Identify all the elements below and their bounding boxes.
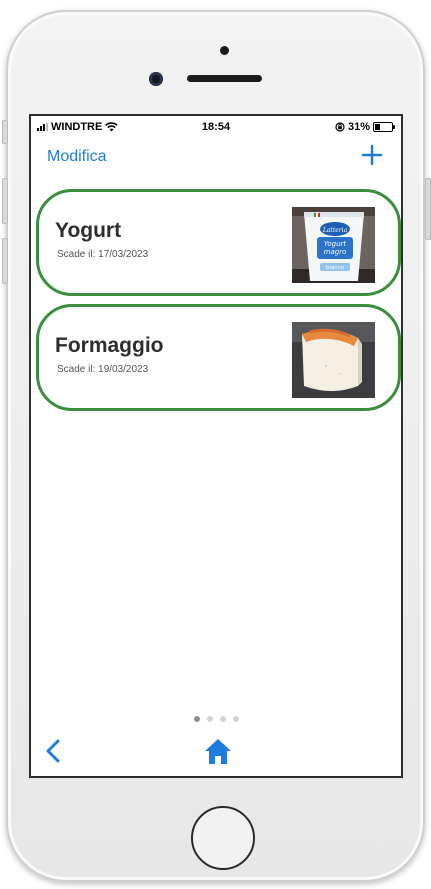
- app-screen: WINDTRE 18:54 31% Modifica Yogurt Scade …: [29, 114, 403, 778]
- battery-percent: 31%: [347, 121, 370, 133]
- front-camera: [149, 72, 163, 86]
- volume-up-button: [2, 178, 8, 224]
- svg-text:Yogurt: Yogurt: [324, 240, 347, 248]
- power-button: [425, 178, 431, 240]
- battery-icon: [373, 122, 395, 132]
- chevron-left-icon[interactable]: [43, 738, 63, 764]
- page-indicator[interactable]: [31, 716, 401, 722]
- page-dot-1: [193, 716, 200, 722]
- page-dot-2: [206, 716, 213, 722]
- svg-text:bianco: bianco: [326, 265, 345, 271]
- list-item-formaggio[interactable]: Formaggio Scade il: 19/03/2023: [36, 304, 401, 411]
- item-expiry: Scade il: 17/03/2023: [57, 249, 149, 260]
- volume-down-button: [2, 238, 8, 284]
- home-icon[interactable]: [203, 736, 233, 766]
- home-button[interactable]: [191, 806, 255, 870]
- mute-switch: [2, 120, 8, 144]
- item-expiry: Scade il: 19/03/2023: [57, 364, 149, 375]
- edit-button[interactable]: Modifica: [47, 148, 107, 166]
- item-name: Yogurt: [55, 219, 122, 242]
- svg-text:magro: magro: [324, 248, 347, 256]
- status-bar: WINDTRE 18:54 31%: [31, 116, 401, 138]
- list-item-yogurt[interactable]: Yogurt Scade il: 17/03/2023 Latteria Yog…: [36, 189, 401, 296]
- yogurt-photo: Latteria Yogurt magro bianco: [292, 207, 375, 283]
- plus-icon[interactable]: [361, 144, 383, 166]
- top-sensor: [220, 46, 229, 55]
- page-dot-4: [232, 716, 239, 722]
- cheese-photo: [292, 322, 375, 398]
- svg-text:Latteria: Latteria: [322, 227, 348, 234]
- earpiece-speaker: [187, 75, 262, 82]
- item-name: Formaggio: [55, 334, 164, 357]
- page-dot-3: [219, 716, 226, 722]
- orientation-lock-icon: [335, 122, 345, 132]
